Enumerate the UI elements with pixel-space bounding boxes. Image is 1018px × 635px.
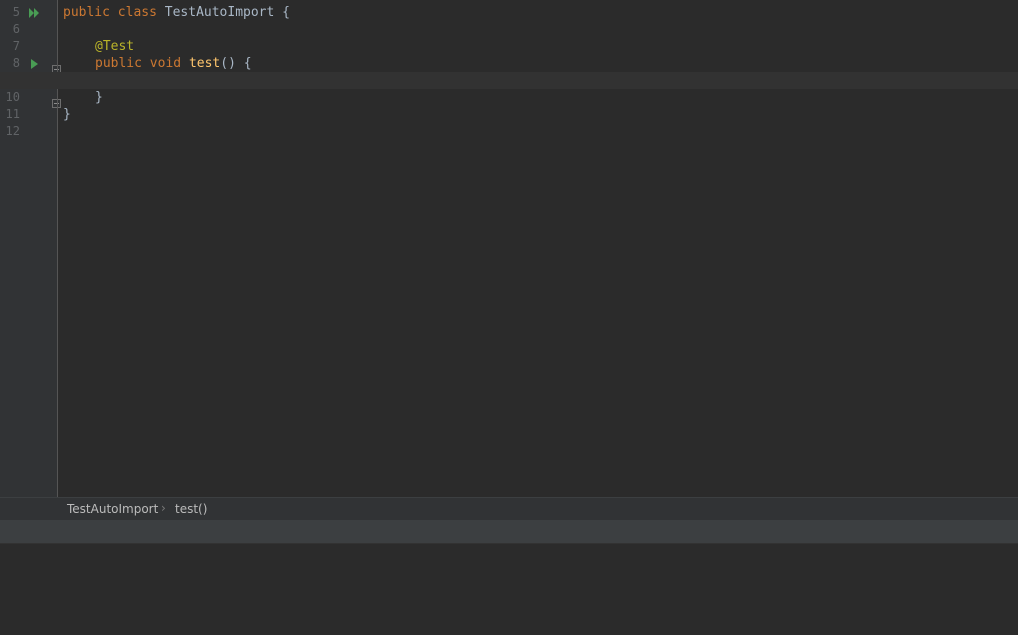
- line-number: 6: [12, 22, 20, 36]
- line-number: 10: [5, 90, 20, 104]
- keyword: void: [149, 56, 182, 71]
- run-all-tests-icon[interactable]: [28, 5, 42, 19]
- run-test-icon[interactable]: [28, 56, 42, 70]
- breadcrumb-item-class[interactable]: TestAutoImport: [67, 502, 158, 517]
- code-editor[interactable]: 5 6 7 8 9 10 11 12: [0, 0, 1018, 497]
- line-number: 5: [12, 5, 20, 19]
- code-line-8[interactable]: public void test() {: [95, 55, 252, 72]
- breadcrumb: TestAutoImport › test(): [0, 497, 1018, 520]
- tool-window-panel[interactable]: [0, 544, 1018, 635]
- annotation: @Test: [95, 39, 135, 54]
- line-number: 7: [12, 39, 20, 53]
- brace: {: [282, 5, 290, 20]
- line-number: 8: [12, 56, 20, 70]
- brace: }: [95, 90, 103, 105]
- code-line-5[interactable]: public class TestAutoImport {: [63, 4, 290, 21]
- line-number: 12: [5, 124, 20, 138]
- caret-line-highlight: [0, 72, 1018, 89]
- breadcrumb-separator: ›: [161, 501, 166, 515]
- code-line-7[interactable]: @Test: [95, 38, 134, 55]
- code-line-10[interactable]: }: [95, 89, 103, 106]
- line-number: 11: [5, 107, 20, 121]
- keyword: public: [95, 56, 142, 71]
- brace: }: [63, 107, 71, 122]
- keyword: class: [117, 5, 157, 20]
- class-name: TestAutoImport: [164, 5, 275, 20]
- keyword: public: [63, 5, 110, 20]
- breadcrumb-item-method[interactable]: test(): [175, 502, 207, 517]
- method-name: test: [188, 56, 221, 71]
- method-signature-rest: () {: [220, 56, 252, 71]
- tool-window-header[interactable]: [0, 520, 1018, 544]
- code-line-11[interactable]: }: [63, 106, 71, 123]
